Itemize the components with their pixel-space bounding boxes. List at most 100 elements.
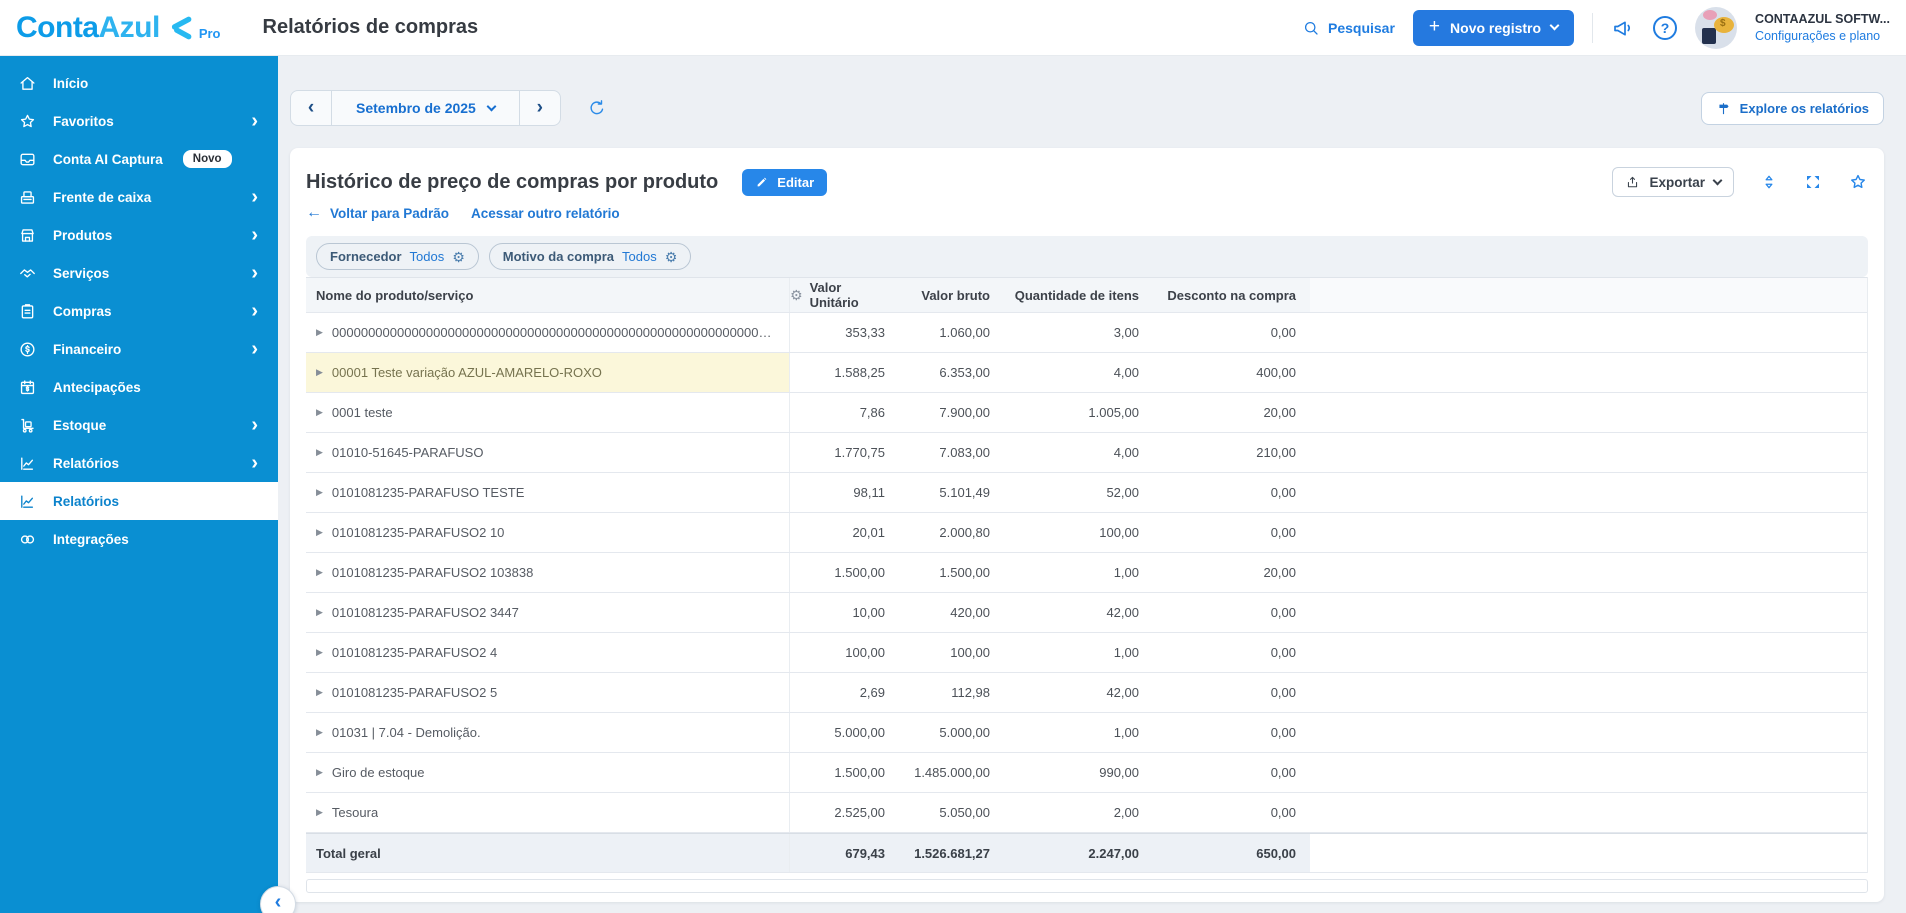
expand-row-icon[interactable]: ▶ bbox=[316, 687, 323, 698]
expand-row-icon[interactable]: ▶ bbox=[316, 767, 323, 778]
desconto-na-compra-cell: 0,00 bbox=[1153, 513, 1310, 552]
sidebar-item-servic-os[interactable]: Serviços› bbox=[0, 254, 278, 292]
quantidade-de-itens-cell: 42,00 bbox=[1004, 593, 1153, 632]
expand-row-icon[interactable]: ▶ bbox=[316, 727, 323, 738]
total-filler bbox=[1310, 834, 1867, 872]
sidebar-item-financeiro[interactable]: Financeiro› bbox=[0, 330, 278, 368]
avatar-decoration bbox=[1703, 10, 1717, 20]
product-name-cell: ▶0101081235-PARAFUSO2 5 bbox=[306, 673, 790, 712]
expand-row-icon[interactable]: ▶ bbox=[316, 647, 323, 658]
refresh-icon[interactable] bbox=[587, 98, 607, 118]
period-label: Setembro de 2025 bbox=[356, 100, 476, 116]
col-header-quantidade-de-itens[interactable]: Quantidade de itens bbox=[1004, 278, 1153, 312]
desconto-na-compra-cell: 400,00 bbox=[1153, 353, 1310, 392]
table-row[interactable]: ▶0101081235-PARAFUSO2 1038381.500,001.50… bbox=[306, 553, 1867, 593]
horizontal-scrollbar[interactable] bbox=[306, 879, 1868, 893]
expand-row-icon[interactable]: ▶ bbox=[316, 367, 323, 378]
table-row[interactable]: ▶01010-51645-PARAFUSO1.770,757.083,004,0… bbox=[306, 433, 1867, 473]
explore-reports-button[interactable]: Explore os relatórios bbox=[1701, 92, 1884, 125]
product-name-cell: ▶0101081235-PARAFUSO2 3447 bbox=[306, 593, 790, 632]
product-name-cell: ▶01031 | 7.04 - Demolição. bbox=[306, 713, 790, 752]
table-row[interactable]: ▶Tesoura2.525,005.050,002,000,00 bbox=[306, 793, 1867, 833]
sidebar-item-label: Compras bbox=[53, 304, 112, 319]
other-report-link[interactable]: Acessar outro relatório bbox=[471, 206, 620, 221]
table-row[interactable]: ▶0001 teste7,867.900,001.005,0020,00 bbox=[306, 393, 1867, 433]
filter-chip-fornecedor[interactable]: FornecedorTodos⚙ bbox=[316, 243, 479, 270]
help-icon[interactable]: ? bbox=[1653, 16, 1677, 40]
quantidade-de-itens-cell: 1,00 bbox=[1004, 553, 1153, 592]
favorite-star-icon[interactable] bbox=[1848, 172, 1868, 192]
account-settings-link[interactable]: Configurações e plano bbox=[1755, 28, 1890, 45]
expand-rows-icon[interactable] bbox=[1760, 173, 1778, 191]
search-icon bbox=[1302, 19, 1320, 37]
report-table: Nome do produto/serviço⚙Valor UnitárioVa… bbox=[306, 277, 1868, 873]
fullscreen-icon[interactable] bbox=[1804, 173, 1822, 191]
gear-icon[interactable]: ⚙ bbox=[452, 250, 465, 264]
edit-button[interactable]: Editar bbox=[742, 169, 827, 196]
sidebar-item-conta-ai-captura[interactable]: Conta AI CapturaNovo bbox=[0, 140, 278, 178]
product-name-cell: ▶0101081235-PARAFUSO TESTE bbox=[306, 473, 790, 512]
col-header-nome-do-produto-servic-o[interactable]: Nome do produto/serviço bbox=[306, 278, 790, 312]
col-header-valor-unita-rio[interactable]: ⚙Valor Unitário bbox=[790, 278, 899, 312]
gear-icon[interactable]: ⚙ bbox=[665, 250, 678, 264]
valor-unita-rio-cell: 1.500,00 bbox=[790, 553, 899, 592]
col-header-valor-bruto[interactable]: Valor bruto bbox=[899, 278, 1004, 312]
back-to-default-link[interactable]: ← Voltar para Padrão bbox=[306, 204, 449, 222]
product-name-cell: ▶ 0001 teste bbox=[306, 393, 790, 432]
product-name: 0001 teste bbox=[332, 405, 393, 420]
sidebar-item-frente-de-caixa[interactable]: Frente de caixa› bbox=[0, 178, 278, 216]
expand-row-icon[interactable]: ▶ bbox=[316, 447, 323, 458]
sidebar-item-antecipac-o-es[interactable]: Antecipações bbox=[0, 368, 278, 406]
export-label: Exportar bbox=[1649, 175, 1705, 190]
col-header-desconto-na-compra[interactable]: Desconto na compra bbox=[1153, 278, 1310, 312]
previous-period-button[interactable]: ‹ bbox=[291, 91, 331, 125]
expand-row-icon[interactable]: ▶ bbox=[316, 527, 323, 538]
sidebar-item-ini-cio[interactable]: Início bbox=[0, 64, 278, 102]
valor-bruto-cell: 420,00 bbox=[899, 593, 1004, 632]
sidebar-item-produtos[interactable]: Produtos› bbox=[0, 216, 278, 254]
export-button[interactable]: Exportar bbox=[1612, 167, 1734, 197]
sidebar-item-relato-rios[interactable]: Relatórios bbox=[0, 482, 278, 520]
table-row[interactable]: ▶00001 Teste variação AZUL-AMARELO-ROXO1… bbox=[306, 353, 1867, 393]
product-name-cell: ▶0101081235-PARAFUSO2 10 bbox=[306, 513, 790, 552]
sidebar-item-label: Frente de caixa bbox=[53, 190, 151, 205]
sidebar-item-favoritos[interactable]: Favoritos› bbox=[0, 102, 278, 140]
sidebar-item-label: Relatórios bbox=[53, 494, 119, 509]
next-period-button[interactable]: › bbox=[520, 91, 560, 125]
table-row[interactable]: ▶01031 | 7.04 - Demolição.5.000,005.000,… bbox=[306, 713, 1867, 753]
table-row[interactable]: ▶0101081235-PARAFUSO2 52,69112,9842,000,… bbox=[306, 673, 1867, 713]
sidebar-item-estoque[interactable]: Estoque› bbox=[0, 406, 278, 444]
gear-icon[interactable]: ⚙ bbox=[790, 287, 803, 304]
sidebar-item-label: Serviços bbox=[53, 266, 109, 281]
quantidade-de-itens-cell: 990,00 bbox=[1004, 753, 1153, 792]
table-row[interactable]: ▶0101081235-PARAFUSO TESTE98,115.101,495… bbox=[306, 473, 1867, 513]
expand-row-icon[interactable]: ▶ bbox=[316, 607, 323, 618]
sidebar-item-compras[interactable]: Compras› bbox=[0, 292, 278, 330]
table-row[interactable]: ▶000000000000000000000000000000000000000… bbox=[306, 313, 1867, 353]
new-record-button[interactable]: + Novo registro bbox=[1413, 10, 1574, 46]
sidebar-item-relato-rios[interactable]: Relatórios› bbox=[0, 444, 278, 482]
total-valor-bruto-cell: 1.526.681,27 bbox=[899, 834, 1004, 872]
filter-bar: FornecedorTodos⚙ Motivo da compraTodos⚙ bbox=[306, 236, 1868, 277]
contaazul-logo[interactable]: Conta Azul Pro bbox=[16, 11, 221, 45]
table-row[interactable]: ▶0101081235-PARAFUSO2 344710,00420,0042,… bbox=[306, 593, 1867, 633]
expand-row-icon[interactable]: ▶ bbox=[316, 327, 323, 338]
period-dropdown[interactable]: Setembro de 2025 bbox=[331, 91, 520, 125]
table-row[interactable]: ▶Giro de estoque1.500,001.485.000,00990,… bbox=[306, 753, 1867, 793]
valor-unita-rio-cell: 2,69 bbox=[790, 673, 899, 712]
megaphone-icon[interactable] bbox=[1611, 16, 1635, 40]
sidebar-item-integrac-o-es[interactable]: Integrações bbox=[0, 520, 278, 558]
row-filler bbox=[1310, 553, 1867, 592]
expand-row-icon[interactable]: ▶ bbox=[316, 487, 323, 498]
table-row[interactable]: ▶0101081235-PARAFUSO2 1020,012.000,80100… bbox=[306, 513, 1867, 553]
expand-row-icon[interactable]: ▶ bbox=[316, 807, 323, 818]
filter-chip-motivo-da-compra[interactable]: Motivo da compraTodos⚙ bbox=[489, 243, 692, 270]
avatar[interactable] bbox=[1695, 7, 1737, 49]
table-row[interactable]: ▶0101081235-PARAFUSO2 4100,00100,001,000… bbox=[306, 633, 1867, 673]
expand-row-icon[interactable]: ▶ bbox=[316, 567, 323, 578]
divider bbox=[1592, 13, 1593, 43]
handshake-icon bbox=[18, 264, 37, 283]
expand-row-icon[interactable]: ▶ bbox=[316, 407, 323, 418]
valor-unita-rio-cell: 1.588,25 bbox=[790, 353, 899, 392]
global-search-button[interactable]: Pesquisar bbox=[1302, 19, 1395, 37]
